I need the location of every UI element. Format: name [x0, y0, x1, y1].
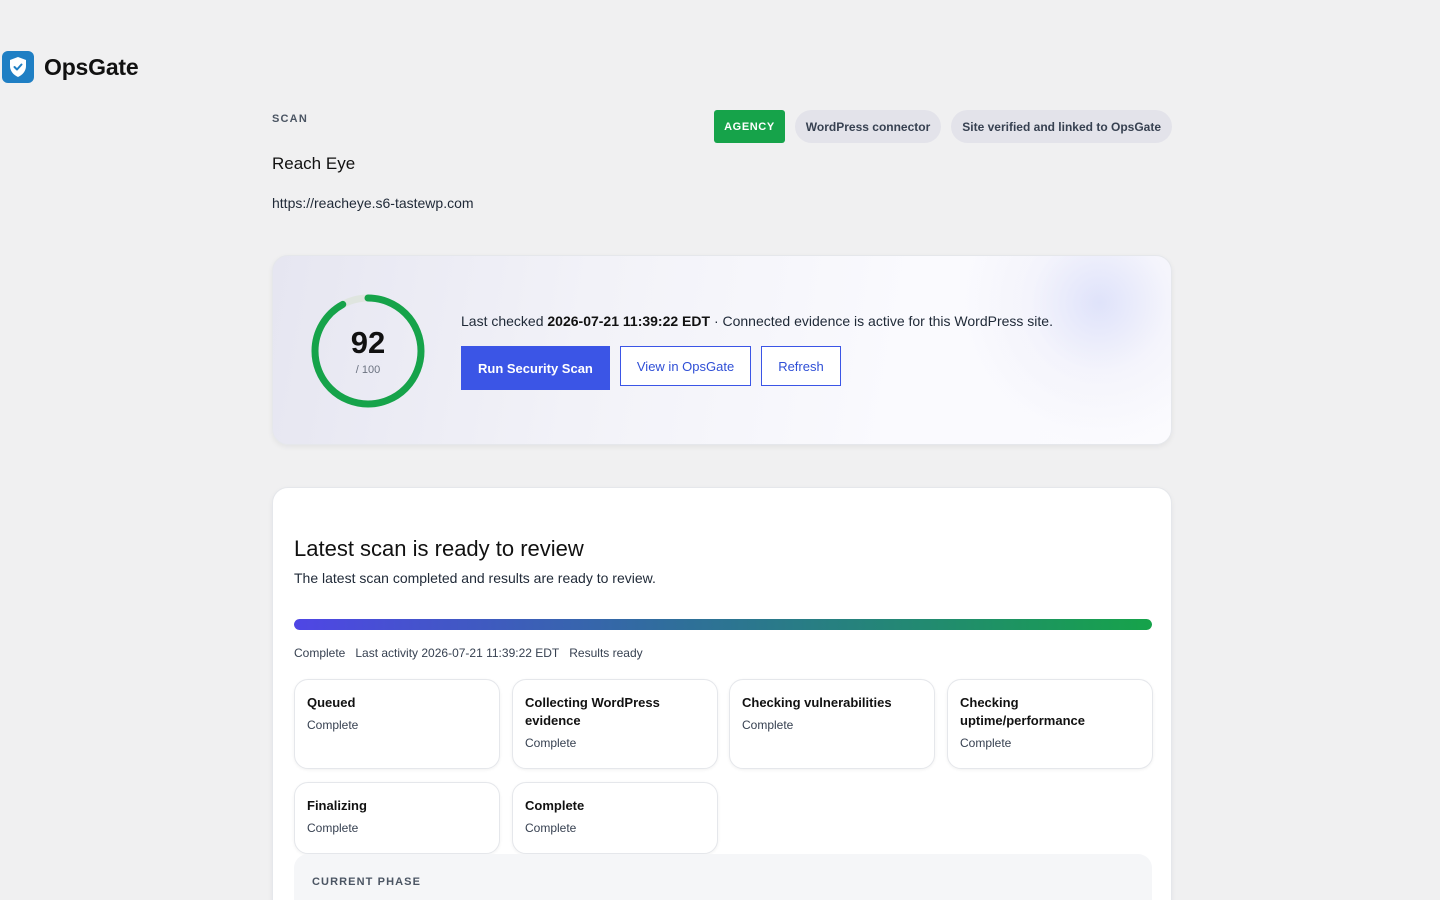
step-card-complete: Complete Complete [512, 782, 718, 854]
scan-meta: Complete Last activity 2026-07-21 11:39:… [294, 646, 643, 660]
step-title: Complete [525, 798, 585, 813]
step-title: Checking uptime/performance [960, 695, 1085, 728]
badge-row: AGENCY WordPress connector Site verified… [714, 110, 1172, 143]
score-max: / 100 [355, 363, 381, 376]
current-phase-panel: CURRENT PHASE [294, 854, 1152, 900]
scan-progress-bar [294, 619, 1152, 630]
connector-badge: WordPress connector [794, 110, 942, 143]
current-phase-label: CURRENT PHASE [312, 876, 422, 888]
scan-subtitle: The latest scan completed and results ar… [294, 570, 656, 586]
step-status: Complete [525, 821, 577, 835]
step-title: Collecting WordPress evidence [525, 695, 660, 728]
view-in-opsgate-button[interactable]: View in OpsGate [619, 346, 752, 386]
last-checked-prefix: Last checked [461, 313, 548, 329]
step-status: Complete [307, 821, 359, 835]
step-status: Complete [307, 718, 359, 732]
scan-state: Complete [294, 646, 346, 660]
scan-status-card: Latest scan is ready to review The lates… [272, 487, 1172, 900]
step-card-vulnerabilities: Checking vulnerabilities Complete [729, 679, 935, 769]
site-url: https://reacheye.s6-tastewp.com [272, 195, 474, 211]
verified-badge: Site verified and linked to OpsGate [951, 110, 1172, 143]
site-name: Reach Eye [272, 154, 356, 173]
step-card-finalizing: Finalizing Complete [294, 782, 500, 854]
scan-title: Latest scan is ready to review [294, 536, 584, 561]
step-card-collecting: Collecting WordPress evidence Complete [512, 679, 718, 769]
step-title: Checking vulnerabilities [742, 695, 892, 710]
last-checked-suffix: · Connected evidence is active for this … [710, 313, 1053, 329]
score-readout: 92 / 100 [309, 292, 427, 410]
page-eyebrow: SCAN [272, 113, 308, 125]
step-card-uptime: Checking uptime/performance Complete [947, 679, 1153, 769]
step-title: Queued [307, 695, 356, 710]
last-checked-timestamp: 2026-07-21 11:39:22 EDT [547, 313, 711, 329]
score-card: 92 / 100 Last checked 2026-07-21 11:39:2… [272, 255, 1172, 445]
step-card-queued: Queued Complete [294, 679, 500, 769]
agency-badge: AGENCY [714, 110, 785, 143]
step-title: Finalizing [307, 798, 367, 813]
action-buttons: Run Security Scan View in OpsGate Refres… [461, 346, 841, 390]
last-checked-line: Last checked 2026-07-21 11:39:22 EDT · C… [461, 313, 1053, 329]
scan-results-status: Results ready [569, 646, 643, 660]
shield-check-icon [2, 51, 34, 83]
step-status: Complete [525, 736, 577, 750]
brand-name: OpsGate [44, 53, 139, 80]
refresh-button[interactable]: Refresh [761, 346, 841, 386]
step-status: Complete [960, 736, 1012, 750]
scan-last-activity: Last activity 2026-07-21 11:39:22 EDT [355, 646, 560, 660]
run-security-scan-button[interactable]: Run Security Scan [461, 346, 610, 390]
step-status: Complete [742, 718, 794, 732]
brand[interactable]: OpsGate [2, 51, 139, 83]
score-value: 92 [350, 324, 386, 360]
scan-progress-fill [294, 619, 1152, 630]
